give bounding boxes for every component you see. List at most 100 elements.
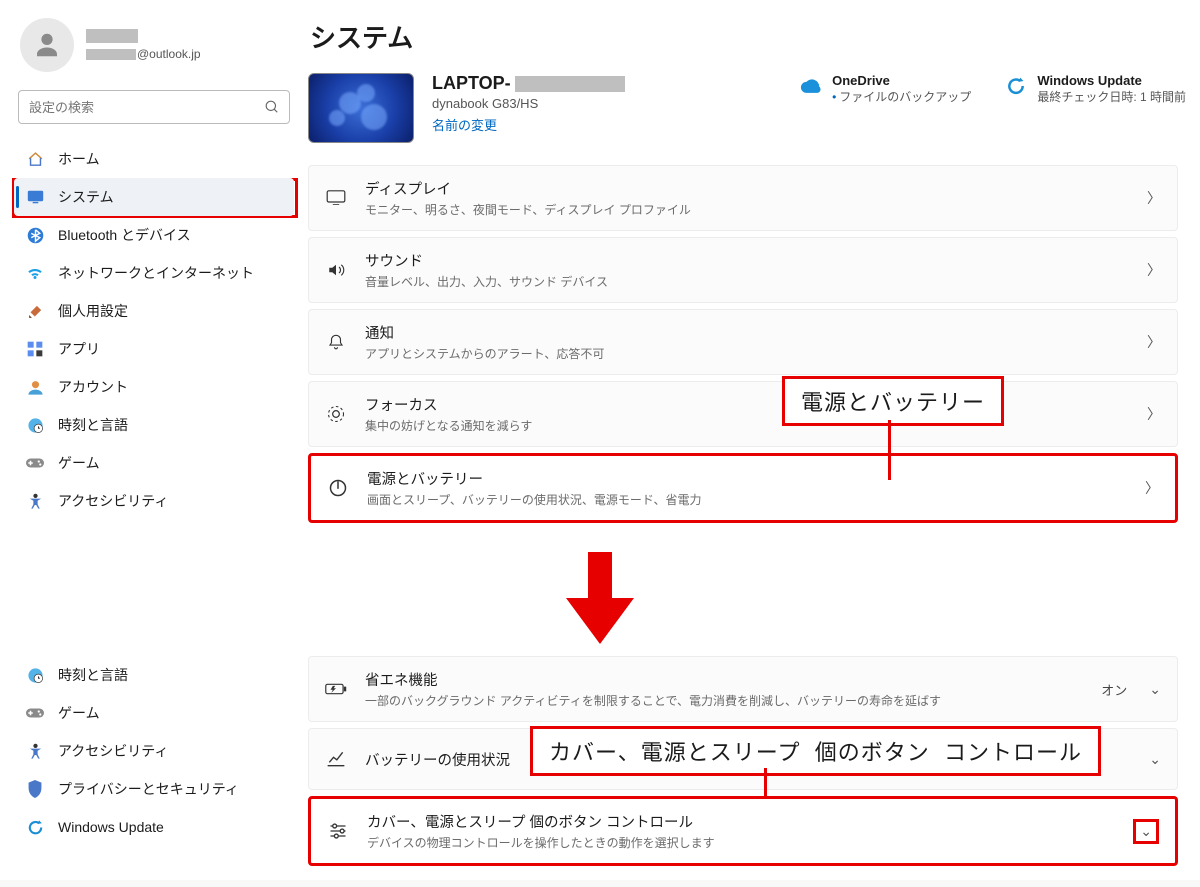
row-sub: デバイスの物理コントロールを操作したときの動作を選択します [367, 834, 1115, 851]
nav-label: ホーム [58, 149, 100, 169]
nav-item-home[interactable]: ホーム [14, 140, 294, 178]
nav-label: アプリ [58, 339, 100, 359]
system-page: システム LAPTOP- dynabook G83/HS 名前の変更 [308, 12, 1186, 548]
device-wallpaper-thumb[interactable] [308, 73, 414, 143]
chevron-down-icon: ⌄ [1149, 751, 1161, 768]
account-name-redacted [86, 29, 138, 43]
nav-label: プライバシーとセキュリティ [58, 779, 239, 799]
update-icon [26, 818, 44, 836]
nav-item-game[interactable]: ゲーム [14, 444, 294, 482]
device-name: LAPTOP- [432, 73, 625, 94]
nav-item-bluetooth[interactable]: Bluetooth とデバイス [14, 216, 294, 254]
windows-update-tile[interactable]: Windows Update 最終チェック日時: 1 時間前 [1005, 73, 1186, 105]
accessibility-icon [26, 492, 44, 510]
display-icon [325, 190, 347, 206]
device-model: dynabook G83/HS [432, 96, 625, 111]
nav-label: アカウント [58, 377, 128, 397]
focus-icon [325, 404, 347, 424]
bell-icon [325, 332, 347, 352]
globe-clock-icon [26, 666, 44, 684]
power-page: 省エネ機能一部のバックグラウンド アクティビティを制限することで、電力消費を削減… [308, 648, 1186, 870]
eco-icon [325, 681, 347, 697]
nav-item-privacy[interactable]: プライバシーとセキュリティ [14, 770, 294, 808]
row-focus[interactable]: フォーカス集中の妨げとなる通知を減らす 〉 [308, 381, 1178, 447]
callout-lid: カバー、電源とスリープ 個のボタン コントロール [530, 726, 1101, 776]
nav-item-accessibility[interactable]: アクセシビリティ [14, 482, 294, 520]
nav-label: アクセシビリティ [58, 491, 168, 511]
chevron-down-icon[interactable]: ⌄ [1140, 823, 1152, 839]
callout-connector [764, 768, 767, 798]
nav-label: 個人用設定 [58, 301, 128, 321]
sound-icon [325, 261, 347, 279]
system-icon [26, 188, 44, 206]
update-title: Windows Update [1037, 73, 1186, 88]
row-title: サウンド [365, 250, 1129, 271]
account-email: @outlook.jp [86, 47, 201, 61]
row-sound[interactable]: サウンド音量レベル、出力、入力、サウンド デバイス 〉 [308, 237, 1178, 303]
shield-icon [26, 780, 44, 798]
gamepad-icon [26, 454, 44, 472]
avatar [20, 18, 74, 72]
row-sub: アプリとシステムからのアラート、応答不可 [365, 345, 1129, 362]
row-status: オン [1101, 680, 1127, 699]
wifi-icon [26, 264, 44, 282]
nav-item-network[interactable]: ネットワークとインターネット [14, 254, 294, 292]
row-sub: 音量レベル、出力、入力、サウンド デバイス [365, 273, 1129, 290]
nav-label: システム [58, 187, 114, 207]
brush-icon [26, 302, 44, 320]
account-icon [26, 378, 44, 396]
nav-label: 時刻と言語 [58, 415, 128, 435]
row-power[interactable]: 電源とバッテリー画面とスリープ、バッテリーの使用状況、電源モード、省電力 〉 [308, 453, 1178, 523]
settings-search[interactable] [18, 90, 290, 124]
person-icon [32, 30, 62, 60]
nav-item-account[interactable]: アカウント [14, 368, 294, 406]
row-title: 省エネ機能 [365, 669, 1083, 690]
callout-power: 電源とバッテリー [782, 376, 1004, 426]
nav-item-windows-update[interactable]: Windows Update [14, 808, 294, 846]
row-notify[interactable]: 通知アプリとシステムからのアラート、応答不可 〉 [308, 309, 1178, 375]
chevron-down-icon: ⌄ [1149, 681, 1161, 698]
row-title: ディスプレイ [365, 178, 1129, 199]
nav-item-time[interactable]: 時刻と言語 [14, 656, 294, 694]
chevron-right-icon: 〉 [1147, 260, 1161, 280]
row-title: 電源とバッテリー [367, 468, 1127, 489]
nav-label: ゲーム [58, 703, 100, 723]
page-title: システム [310, 18, 1186, 55]
settings-sidebar-2: 時刻と言語 ゲーム アクセシビリティ プライバシーとセキュリティ Windows… [14, 648, 294, 870]
bluetooth-icon [26, 226, 44, 244]
row-title: 通知 [365, 322, 1129, 343]
step-arrow [0, 548, 1200, 648]
row-sub: モニター、明るさ、夜間モード、ディスプレイ プロファイル [365, 201, 1129, 218]
nav-label: Windows Update [58, 819, 164, 835]
nav-item-accessibility[interactable]: アクセシビリティ [14, 732, 294, 770]
device-summary: LAPTOP- dynabook G83/HS 名前の変更 OneDrive •… [308, 73, 1186, 143]
row-lid-controls[interactable]: カバー、電源とスリープ 個のボタン コントロールデバイスの物理コントロールを操作… [308, 796, 1178, 866]
onedrive-sub: •ファイルのバックアップ [832, 88, 971, 105]
rename-link[interactable]: 名前の変更 [432, 118, 497, 133]
onedrive-title: OneDrive [832, 73, 971, 88]
onedrive-icon [800, 75, 822, 97]
update-icon [1005, 75, 1027, 97]
nav-item-time[interactable]: 時刻と言語 [14, 406, 294, 444]
gamepad-icon [26, 704, 44, 722]
nav-item-apps[interactable]: アプリ [14, 330, 294, 368]
nav-label: アクセシビリティ [58, 741, 168, 761]
nav-label: ゲーム [58, 453, 100, 473]
nav-label: ネットワークとインターネット [58, 263, 254, 283]
nav-item-system[interactable]: システム [14, 178, 294, 216]
row-eco[interactable]: 省エネ機能一部のバックグラウンド アクティビティを制限することで、電力消費を削減… [308, 656, 1178, 722]
row-sub: 画面とスリープ、バッテリーの使用状況、電源モード、省電力 [367, 491, 1127, 508]
row-title: フォーカス [365, 394, 1129, 415]
sliders-icon [327, 822, 349, 840]
device-name-redacted [515, 76, 625, 92]
nav-item-game[interactable]: ゲーム [14, 694, 294, 732]
account-header[interactable]: @outlook.jp [14, 12, 294, 86]
row-display[interactable]: ディスプレイモニター、明るさ、夜間モード、ディスプレイ プロファイル 〉 [308, 165, 1178, 231]
chevron-right-icon: 〉 [1147, 332, 1161, 352]
onedrive-tile[interactable]: OneDrive •ファイルのバックアップ [800, 73, 971, 105]
row-sub: 集中の妨げとなる通知を減らす [365, 417, 1129, 434]
search-input[interactable] [29, 100, 265, 115]
nav-item-personalize[interactable]: 個人用設定 [14, 292, 294, 330]
home-icon [26, 150, 44, 168]
highlight-chevron: ⌄ [1133, 819, 1159, 844]
